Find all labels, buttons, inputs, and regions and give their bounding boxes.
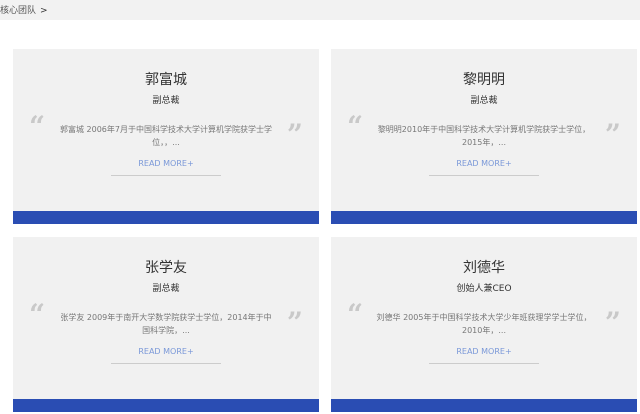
member-title: 副总裁 (470, 96, 498, 106)
card-accent-band (13, 399, 319, 412)
breadcrumb-item-core-team[interactable]: 核心团队 (0, 6, 36, 16)
close-quote-icon: ” (286, 118, 303, 151)
member-title: 创始人兼CEO (456, 284, 512, 294)
breadcrumb-separator: > (40, 6, 48, 16)
member-description: 刘德华 2005年于中国科学技术大学少年班获理学学士学位，2010年，... (376, 313, 592, 335)
open-quote-icon: “ (347, 110, 364, 143)
open-quote-icon: “ (29, 110, 46, 143)
member-name: 刘德华 (463, 260, 505, 276)
read-more-link[interactable]: READ MORE+ (111, 157, 221, 176)
breadcrumb-bar: 核心团队 > (0, 0, 640, 20)
card-accent-band (331, 211, 637, 224)
close-quote-icon: ” (604, 118, 621, 151)
close-quote-icon: ” (286, 306, 303, 339)
member-description: 张学友 2009年于南开大学数学院获学士学位，2014年于中国科学院，... (60, 313, 272, 335)
close-quote-icon: ” (604, 306, 621, 339)
team-member-card: 黎明明 副总裁 “ 黎明明2010年于中国科学技术大学计算机学院获学士学位，20… (331, 49, 637, 224)
read-more-link[interactable]: READ MORE+ (429, 157, 539, 176)
open-quote-icon: “ (347, 298, 364, 331)
card-accent-band (331, 399, 637, 412)
open-quote-icon: “ (29, 298, 46, 331)
read-more-link[interactable]: READ MORE+ (429, 345, 539, 364)
team-member-card: 郭富城 副总裁 “ 郭富城 2006年7月于中国科学技术大学计算机学院获学士学位… (13, 49, 319, 224)
card-accent-band (13, 211, 319, 224)
member-name: 张学友 (145, 260, 187, 276)
member-description: 黎明明2010年于中国科学技术大学计算机学院获学士学位，2015年，... (377, 125, 591, 147)
member-name: 黎明明 (463, 72, 505, 88)
member-description: 郭富城 2006年7月于中国科学技术大学计算机学院获学士学位，，... (60, 125, 272, 147)
member-title: 副总裁 (152, 284, 180, 294)
read-more-link[interactable]: READ MORE+ (111, 345, 221, 364)
member-name: 郭富城 (145, 72, 187, 88)
breadcrumb: 核心团队 > (0, 3, 48, 16)
member-title: 副总裁 (152, 96, 180, 106)
team-member-card: 张学友 副总裁 “ 张学友 2009年于南开大学数学院获学士学位，2014年于中… (13, 237, 319, 412)
team-member-card: 刘德华 创始人兼CEO “ 刘德华 2005年于中国科学技术大学少年班获理学学士… (331, 237, 637, 412)
